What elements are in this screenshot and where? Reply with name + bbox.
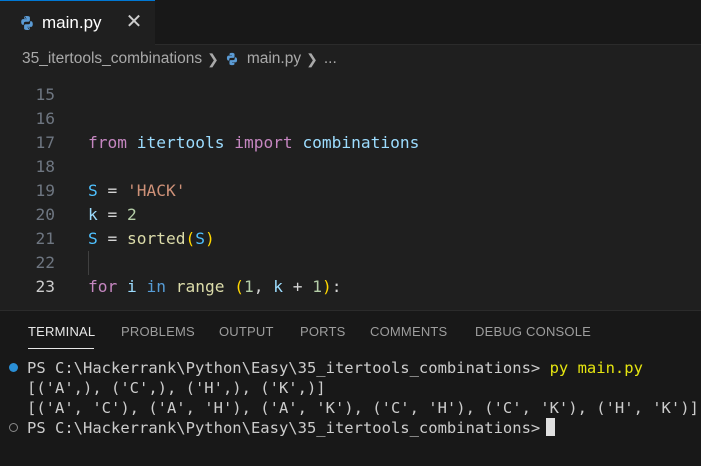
code-line: 19 k = 2 <box>0 155 701 224</box>
terminal[interactable]: PS C:\Hackerrank\Python\Easy\35_itertool… <box>0 355 701 466</box>
bottom-panel: TERMINAL PROBLEMS OUTPUT PORTS COMMENTS … <box>0 310 701 466</box>
python-icon <box>21 16 33 30</box>
code-line: 16 from itertools import combinations <box>0 83 701 152</box>
python-icon <box>226 52 237 66</box>
tab-debug-console[interactable]: DEBUG CONSOLE <box>475 324 591 339</box>
terminal-command: py main.py <box>549 359 643 377</box>
code-line: 22 for i in range (1, k + 1): <box>0 227 701 296</box>
tab-main-py[interactable]: main.py ✕ <box>0 0 155 45</box>
close-icon[interactable]: ✕ <box>123 11 145 33</box>
tab-ports[interactable]: PORTS <box>300 324 346 339</box>
active-tab-indicator <box>28 348 94 349</box>
code-line: 15 <box>0 73 701 104</box>
tab-terminal[interactable]: TERMINAL <box>28 324 95 339</box>
tab-comments[interactable]: COMMENTS <box>370 324 447 339</box>
command-success-icon[interactable] <box>9 363 18 372</box>
code-text: for i in range (1, k + 1): <box>88 277 342 296</box>
breadcrumb: 35_itertools_combinations ❯ main.py ❯ ..… <box>0 45 701 73</box>
panel-tabs: TERMINAL PROBLEMS OUTPUT PORTS COMMENTS … <box>0 311 701 355</box>
terminal-line: PS C:\Hackerrank\Python\Easy\35_itertool… <box>27 418 556 438</box>
code-line: 21 <box>0 203 701 248</box>
breadcrumb-folder[interactable]: 35_itertools_combinations <box>22 50 202 68</box>
code-line: 20 S = sorted(S) <box>0 179 701 248</box>
command-pending-icon[interactable] <box>9 423 18 432</box>
chevron-right-icon: ❯ <box>207 50 219 67</box>
breadcrumb-file[interactable]: main.py <box>247 50 301 68</box>
chevron-right-icon: ❯ <box>306 50 318 67</box>
line-number: 23 <box>35 277 56 296</box>
indent-guide <box>88 251 89 275</box>
terminal-output: [('A', 'C'), ('A', 'H'), ('A', 'K'), ('C… <box>27 399 699 417</box>
editor-tab-bar: main.py ✕ <box>0 0 701 45</box>
code-line: 18 S = 'HACK' <box>0 131 701 200</box>
code-line: 17 <box>0 107 701 152</box>
code-editor[interactable]: 15 16 from itertools import combinations… <box>0 73 701 310</box>
tab-label: main.py <box>42 13 102 32</box>
terminal-cursor <box>546 418 556 436</box>
tab-problems[interactable]: PROBLEMS <box>121 324 195 339</box>
breadcrumb-more[interactable]: ... <box>324 50 337 68</box>
code-line-active: 23 print(list(combinations(S, i))) <box>0 251 701 296</box>
tab-output[interactable]: OUTPUT <box>219 324 274 339</box>
terminal-line: PS C:\Hackerrank\Python\Easy\35_itertool… <box>27 359 643 377</box>
terminal-output: [('A',), ('C',), ('H',), ('K',)] <box>27 379 326 397</box>
